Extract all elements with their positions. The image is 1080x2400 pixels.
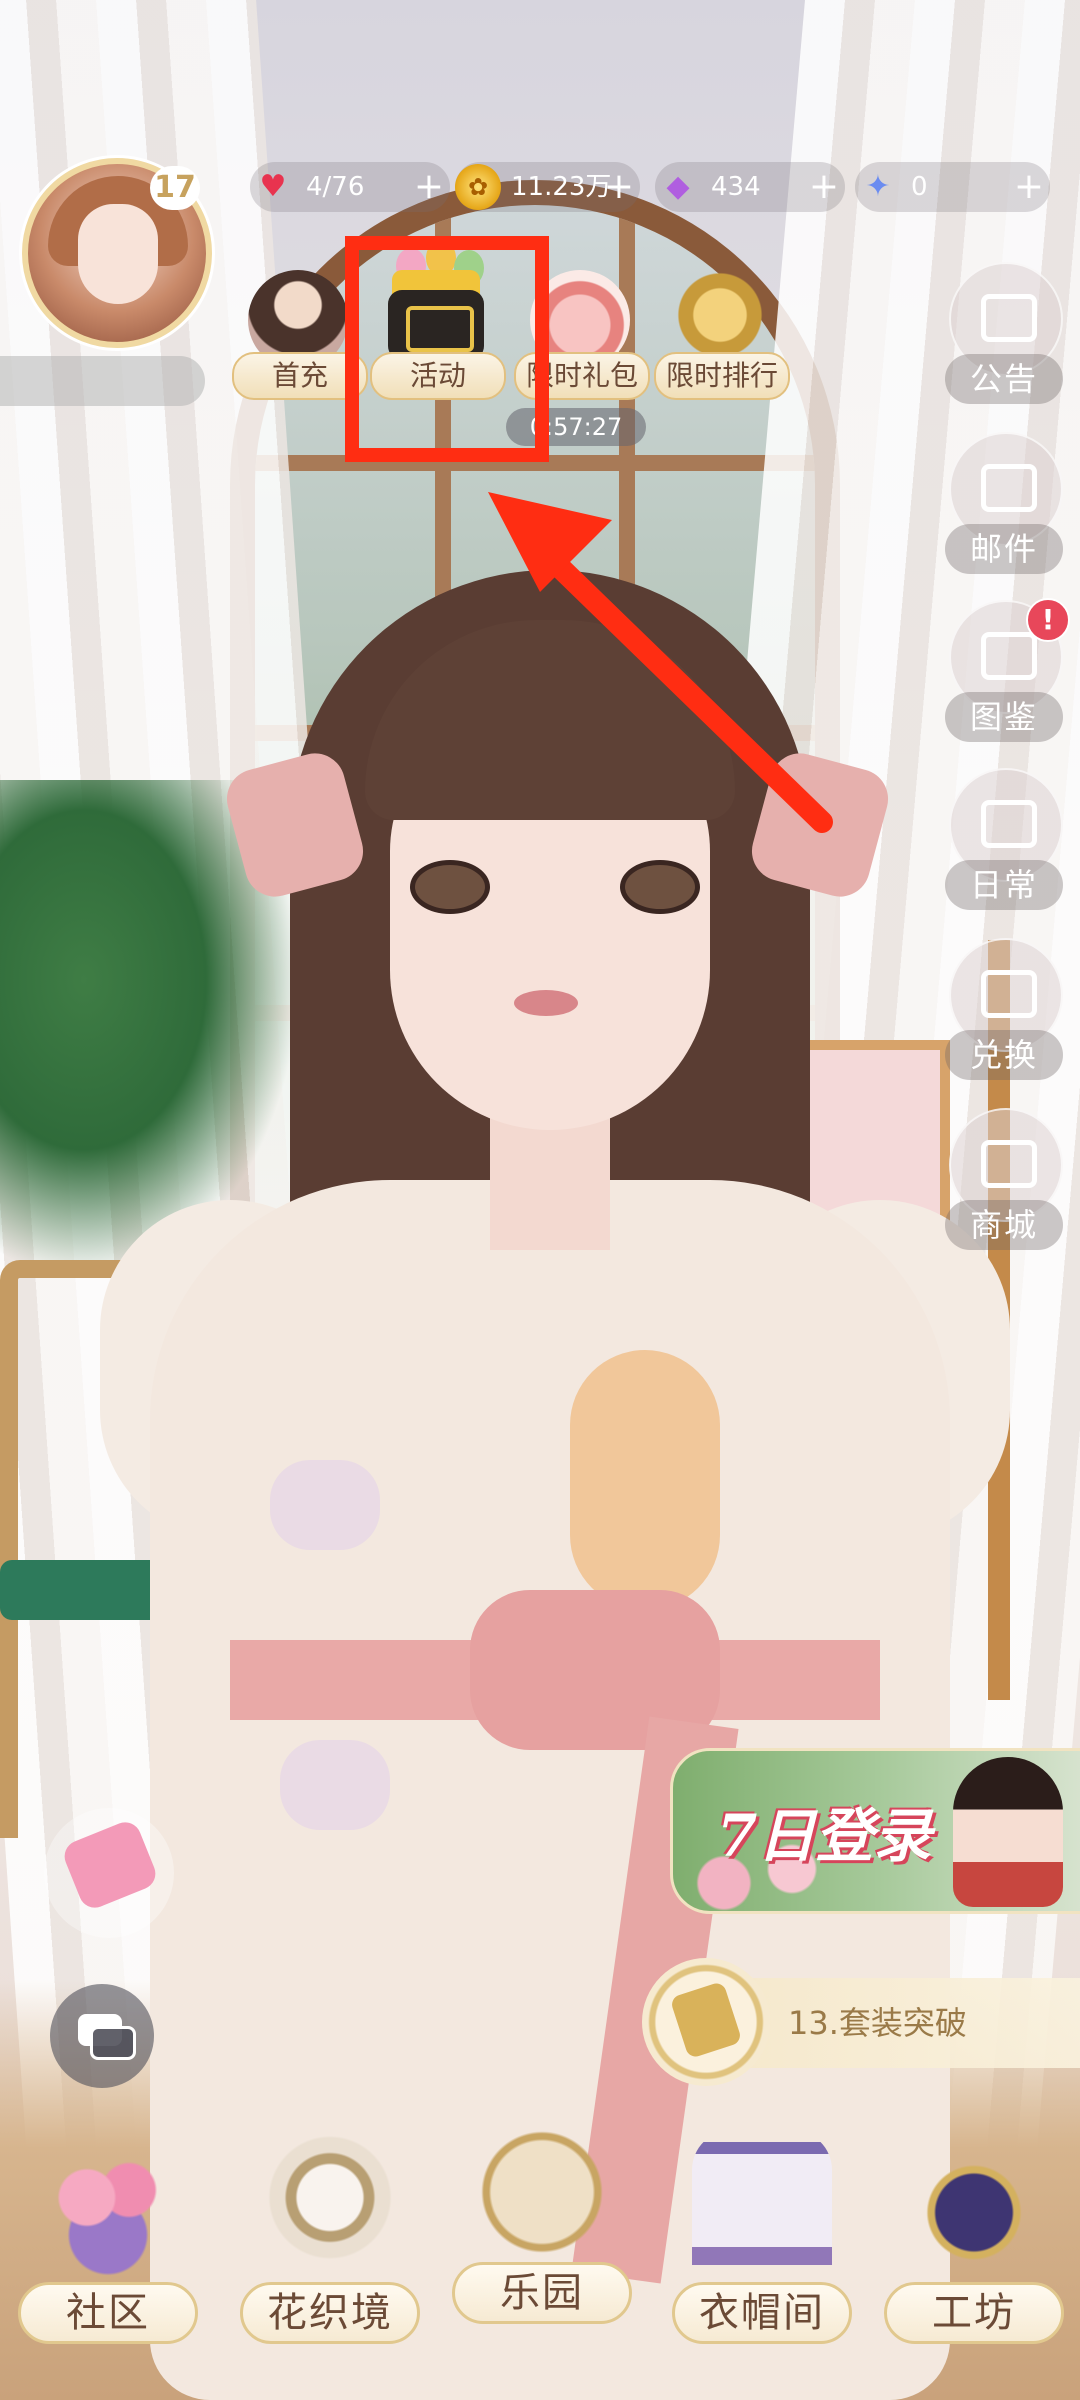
diamond-counter[interactable]: ◆ 434 + bbox=[655, 162, 845, 212]
flip-phone-icon bbox=[59, 1817, 161, 1913]
star-icon: ✦ bbox=[865, 169, 891, 204]
add-gold-button[interactable]: + bbox=[604, 162, 634, 212]
chat-button[interactable] bbox=[50, 1984, 154, 2088]
gem-icon: ◆ bbox=[666, 169, 690, 204]
stamina-counter[interactable]: ♥ 4/76 + bbox=[250, 162, 450, 212]
bunny-print bbox=[570, 1350, 720, 1610]
side-notice-button[interactable]: 公告 bbox=[945, 262, 1063, 412]
album-alert-badge: ! bbox=[1026, 598, 1070, 642]
park-book-icon bbox=[467, 2090, 617, 2260]
left-eye bbox=[410, 860, 490, 914]
flower-weave-icon bbox=[260, 2130, 400, 2280]
quest-text[interactable]: 13.套装突破 bbox=[788, 1998, 967, 2044]
side-label: 兑换 bbox=[945, 1030, 1063, 1080]
side-label: 商城 bbox=[945, 1200, 1063, 1250]
star-counter[interactable]: ✦ 0 + bbox=[855, 162, 1050, 212]
diamond-value: 434 bbox=[711, 172, 761, 202]
banner-character bbox=[953, 1757, 1063, 1907]
nav-label: 乐园 bbox=[452, 2262, 632, 2324]
side-exchange-button[interactable]: 兑换 bbox=[945, 938, 1063, 1088]
heart-icon: ♥ bbox=[259, 169, 287, 204]
highlight-box bbox=[345, 236, 549, 462]
workshop-icon bbox=[904, 2130, 1044, 2280]
wardrobe-mirror-icon bbox=[692, 2130, 832, 2280]
right-eye bbox=[620, 860, 700, 914]
nav-flower-weave[interactable]: 花织境 bbox=[240, 2110, 420, 2390]
side-label: 图鉴 bbox=[945, 692, 1063, 742]
player-level-badge: 17 bbox=[150, 166, 200, 210]
side-label: 邮件 bbox=[945, 524, 1063, 574]
side-mail-button[interactable]: 邮件 bbox=[945, 432, 1063, 582]
seven-day-login-banner[interactable]: 7日登录 bbox=[670, 1748, 1080, 1914]
side-store-button[interactable]: 商城 bbox=[945, 1108, 1063, 1258]
nav-community[interactable]: 社区 bbox=[18, 2110, 198, 2390]
coin-icon: ✿ bbox=[455, 164, 501, 210]
side-label: 公告 bbox=[945, 354, 1063, 404]
player-name-bar[interactable] bbox=[0, 356, 205, 406]
heart-print bbox=[270, 1460, 380, 1550]
side-label: 日常 bbox=[945, 860, 1063, 910]
event-label: 限时排行 bbox=[654, 352, 790, 400]
nav-workshop[interactable]: 工坊 bbox=[884, 2110, 1064, 2390]
heart-print bbox=[280, 1740, 390, 1830]
community-icon bbox=[38, 2130, 178, 2280]
avatar-face bbox=[78, 204, 158, 304]
nav-park[interactable]: 乐园 bbox=[452, 2090, 632, 2370]
side-daily-button[interactable]: 日常 bbox=[945, 768, 1063, 918]
login-banner-title: 7日登录 bbox=[717, 1802, 932, 1870]
stamina-value: 4/76 bbox=[306, 172, 365, 202]
gold-counter[interactable]: ✿ 11.23万 + bbox=[455, 162, 640, 212]
star-value: 0 bbox=[911, 172, 928, 202]
scroll-icon[interactable] bbox=[642, 1958, 770, 2086]
add-diamond-button[interactable]: + bbox=[809, 162, 839, 212]
gold-value: 11.23万 bbox=[511, 172, 612, 202]
nav-label: 衣帽间 bbox=[672, 2282, 852, 2344]
nav-wardrobe[interactable]: 衣帽间 bbox=[672, 2110, 852, 2390]
add-stamina-button[interactable]: + bbox=[414, 162, 444, 212]
phone-button[interactable] bbox=[44, 1808, 174, 1938]
nav-label: 工坊 bbox=[884, 2282, 1064, 2344]
add-star-button[interactable]: + bbox=[1014, 162, 1044, 212]
nav-label: 花织境 bbox=[240, 2282, 420, 2344]
lips bbox=[514, 990, 578, 1016]
nav-label: 社区 bbox=[18, 2282, 198, 2344]
